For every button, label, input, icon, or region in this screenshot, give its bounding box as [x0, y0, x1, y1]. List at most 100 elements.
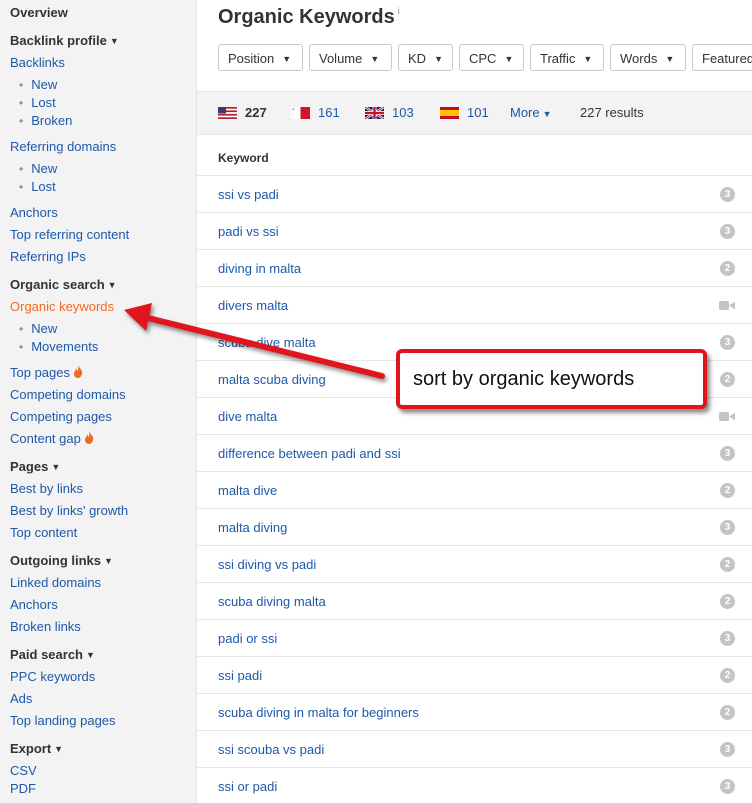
- serp-features-badge[interactable]: 3: [720, 779, 735, 794]
- serp-features-badge[interactable]: 3: [720, 335, 735, 350]
- caret-down-icon: ▼: [542, 109, 552, 119]
- filter-kd[interactable]: KD ▼: [398, 44, 453, 71]
- sidebar-item-ppc-keywords[interactable]: PPC keywords: [10, 669, 95, 685]
- sidebar-item-pdf[interactable]: PDF: [10, 781, 36, 797]
- serp-features-badge[interactable]: 2: [720, 668, 735, 683]
- sidebar-item-movements[interactable]: • Movements: [19, 339, 98, 355]
- keyword-link[interactable]: ssi vs padi: [218, 187, 279, 202]
- serp-features-badge[interactable]: 2: [720, 557, 735, 572]
- keyword-link[interactable]: scuba diving malta: [218, 594, 326, 609]
- keywords-table: ssi vs padi 3 padi vs ssi 3 diving in malta 2…: [197, 175, 752, 803]
- keyword-link[interactable]: ssi diving vs padi: [218, 557, 316, 572]
- serp-features-badge[interactable]: 3: [720, 742, 735, 757]
- section-backlink-profile[interactable]: Backlink profile ▼: [10, 33, 119, 50]
- serp-features-badge[interactable]: 3: [720, 520, 735, 535]
- country-us[interactable]: 227: [218, 105, 267, 120]
- sidebar-item-content-gap[interactable]: Content gap: [10, 431, 94, 447]
- bullet-icon: •: [19, 180, 24, 194]
- gb-flag-icon: [364, 105, 385, 121]
- caret-down-icon: ▼: [104, 556, 113, 566]
- sidebar-item-referring-domains[interactable]: Referring domains: [10, 139, 116, 155]
- sidebar-item-rd-lost[interactable]: • Lost: [19, 179, 56, 195]
- sidebar-item-rd-new[interactable]: • New: [19, 161, 57, 177]
- keyword-link[interactable]: difference between padi and ssi: [218, 446, 401, 461]
- sidebar-item-backlinks[interactable]: Backlinks: [10, 55, 65, 71]
- sidebar-item-linked-domains[interactable]: Linked domains: [10, 575, 101, 591]
- sidebar-item-top-content[interactable]: Top content: [10, 525, 77, 541]
- keyword-link[interactable]: malta diving: [218, 520, 287, 535]
- keyword-link[interactable]: padi or ssi: [218, 631, 277, 646]
- section-paid-search[interactable]: Paid search ▼: [10, 647, 95, 664]
- sidebar-item-competing-pages[interactable]: Competing pages: [10, 409, 112, 425]
- mt-flag-icon: [291, 107, 310, 119]
- sidebar-overview[interactable]: Overview: [10, 5, 68, 21]
- table-row: padi or ssi 3: [197, 619, 752, 656]
- sidebar-item-anchors[interactable]: Anchors: [10, 205, 58, 221]
- filter-words[interactable]: Words ▼: [610, 44, 686, 71]
- flame-icon: [84, 431, 94, 444]
- serp-features-badge[interactable]: 2: [720, 372, 735, 387]
- filter-traffic[interactable]: Traffic ▼: [530, 44, 604, 71]
- sidebar-item-ok-new[interactable]: • New: [19, 321, 57, 337]
- keyword-link[interactable]: dive malta: [218, 409, 277, 424]
- sidebar-item-best-by-links[interactable]: Best by links: [10, 481, 83, 497]
- caret-down-icon: ▼: [86, 650, 95, 660]
- country-es[interactable]: 101: [440, 105, 489, 120]
- serp-features-badge[interactable]: 3: [720, 446, 735, 461]
- keyword-link[interactable]: scuba diving in malta for beginners: [218, 705, 419, 720]
- us-flag-icon: [218, 107, 237, 119]
- keyword-link[interactable]: diving in malta: [218, 261, 301, 276]
- sidebar-item-broken-links[interactable]: Broken links: [10, 619, 81, 635]
- serp-features-badge[interactable]: 2: [720, 594, 735, 609]
- sidebar-item-top-landing-pages[interactable]: Top landing pages: [10, 713, 116, 729]
- sidebar: Overview Backlink profile ▼ Backlinks • Ne…: [0, 0, 197, 803]
- keyword-link[interactable]: divers malta: [218, 298, 288, 313]
- sidebar-item-outgoing-anchors[interactable]: Anchors: [10, 597, 58, 613]
- sidebar-item-organic-keywords[interactable]: Organic keywords: [10, 299, 114, 315]
- serp-features-badge[interactable]: 2: [720, 483, 735, 498]
- sidebar-item-csv[interactable]: CSV: [10, 763, 37, 779]
- column-header-keyword[interactable]: Keyword: [218, 151, 269, 165]
- section-outgoing-links[interactable]: Outgoing links ▼: [10, 553, 113, 570]
- table-row: malta diving 3: [197, 508, 752, 545]
- keyword-link[interactable]: scuba dive malta: [218, 335, 316, 350]
- caret-down-icon: ▼: [107, 280, 117, 290]
- keyword-link[interactable]: padi vs ssi: [218, 224, 279, 239]
- sidebar-item-best-by-links-growth[interactable]: Best by links' growth: [10, 503, 128, 519]
- filter-position[interactable]: Position ▼: [218, 44, 303, 71]
- sidebar-item-backlinks-new[interactable]: • New: [19, 77, 57, 93]
- info-icon[interactable]: i: [398, 6, 400, 16]
- sidebar-item-ads[interactable]: Ads: [10, 691, 32, 707]
- sidebar-item-top-pages[interactable]: Top pages: [10, 365, 83, 381]
- section-export[interactable]: Export ▼: [10, 741, 63, 758]
- more-countries-dropdown[interactable]: More ▼: [510, 105, 552, 120]
- serp-features-badge[interactable]: 3: [720, 224, 735, 239]
- keyword-link[interactable]: ssi or padi: [218, 779, 277, 794]
- sidebar-item-top-referring-content[interactable]: Top referring content: [10, 227, 129, 243]
- bullet-icon: •: [19, 96, 24, 110]
- filter-cpc[interactable]: CPC ▼: [459, 44, 524, 71]
- keyword-link[interactable]: malta scuba diving: [218, 372, 326, 387]
- serp-features-badge[interactable]: 3: [720, 631, 735, 646]
- serp-features-badge[interactable]: 3: [720, 187, 735, 202]
- filter-volume[interactable]: Volume ▼: [309, 44, 392, 71]
- table-row: scuba diving in malta for beginners 2: [197, 693, 752, 730]
- keyword-link[interactable]: ssi padi: [218, 668, 262, 683]
- serp-features-badge[interactable]: 2: [720, 261, 735, 276]
- country-mt[interactable]: 161: [291, 105, 340, 120]
- bullet-icon: •: [19, 322, 24, 336]
- filter-featured[interactable]: Featured: [692, 44, 752, 71]
- table-row: ssi diving vs padi 2: [197, 545, 752, 582]
- country-gb[interactable]: 103: [364, 105, 414, 121]
- section-pages[interactable]: Pages ▼: [10, 459, 60, 476]
- serp-features-badge[interactable]: 2: [720, 705, 735, 720]
- keyword-link[interactable]: ssi scouba vs padi: [218, 742, 324, 757]
- sidebar-item-backlinks-lost[interactable]: • Lost: [19, 95, 56, 111]
- table-row: divers malta: [197, 286, 752, 323]
- sidebar-item-competing-domains[interactable]: Competing domains: [10, 387, 126, 403]
- sidebar-item-referring-ips[interactable]: Referring IPs: [10, 249, 86, 265]
- sidebar-item-backlinks-broken[interactable]: • Broken: [19, 113, 72, 129]
- keyword-link[interactable]: malta dive: [218, 483, 277, 498]
- section-organic-search[interactable]: Organic search ▼: [10, 277, 117, 294]
- page-title: Organic Keywords i: [218, 6, 400, 28]
